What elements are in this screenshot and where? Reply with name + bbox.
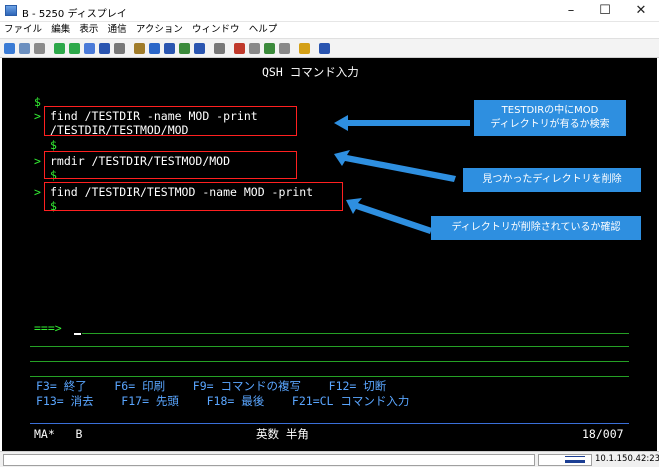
highlight-box-rmdir [44,151,297,179]
menu-file[interactable]: ファイル [4,22,42,38]
status-input-mode: 英数 半角 [256,427,309,441]
arrow-to-rmdir-icon [334,150,456,182]
run-icon[interactable] [234,43,245,54]
macro-play-icon[interactable] [264,43,275,54]
macro-icon[interactable] [114,43,125,54]
callout-search-line2: ディレクトリが有るか検索 [490,119,610,130]
host-address: 10.1.150.42:23 [595,454,659,464]
status-cursor-position: 18/007 [582,427,624,441]
menu-help[interactable]: ヘルプ [249,22,278,38]
callout-search: TESTDIRの中にMOD ディレクトリが有るか検索 [474,100,626,136]
callout-verify: ディレクトリが削除されているか確認 [431,216,641,240]
command-input-line-2[interactable] [30,346,629,347]
function-keys-row-2: F13= 消去 F17= 先頭 F18= 最後 F21=CL コマンド入力 [36,394,410,408]
note-icon[interactable] [299,43,310,54]
page-icon[interactable] [84,43,95,54]
prompt-dollar-1: $ [34,95,41,109]
toolbar [0,38,659,58]
command-input-line[interactable] [82,333,629,334]
menu-view[interactable]: 表示 [79,22,98,38]
record-icon[interactable] [99,43,110,54]
text-cursor [74,333,81,335]
receive-icon[interactable] [69,43,80,54]
status-session: MA* B [34,427,83,441]
window-title: B - 5250 ディスプレイ [22,9,127,20]
tools-icon[interactable] [214,43,225,54]
screen-header: QSH コマンド入力 [262,65,359,79]
highlight-box-find [44,106,297,136]
highlight-box-verify [44,182,343,211]
arrow-to-verify-icon [346,198,432,234]
title-bar: B - 5250 ディスプレイ – ☐ ✕ [0,0,659,22]
function-keys-row-1: F3= 終了 F6= 印刷 F9= コマンドの複写 F12= 切断 [36,379,387,393]
prompt-marker-2: > [34,154,41,168]
terminal-screen[interactable]: QSH コマンド入力 $ > find /TESTDIR -name MOD -… [2,58,657,451]
send-icon[interactable] [54,43,65,54]
prompt-marker-1: > [34,109,41,123]
status-message-field [3,454,535,466]
help-icon[interactable] [319,43,330,54]
copy-icon[interactable] [19,43,30,54]
macro-stop-icon[interactable] [279,43,290,54]
command-input-line-3[interactable] [30,361,629,362]
stop-icon[interactable] [249,43,260,54]
paste-icon[interactable] [34,43,45,54]
print-screen-icon[interactable] [4,43,15,54]
grid-icon[interactable] [194,43,205,54]
close-button[interactable]: ✕ [621,0,659,22]
command-input-line-4[interactable] [30,376,629,377]
connection-status-icon [565,456,585,463]
menu-action[interactable]: アクション [136,22,183,38]
arrow-to-find-icon [334,115,470,131]
menu-communication[interactable]: 通信 [108,22,127,38]
prompt-dollar-2: $ [50,138,57,152]
clipboard-icon[interactable] [134,43,145,54]
color-icon[interactable] [149,43,160,54]
menu-window[interactable]: ウィンドウ [192,22,240,38]
menu-bar: ファイル 編集 表示 通信 アクション ウィンドウ ヘルプ [0,22,659,38]
callout-delete: 見つかったディレクトリを削除 [463,168,641,192]
input-prompt-arrow: ===> [34,321,62,335]
maximize-button[interactable]: ☐ [585,0,625,22]
keypad-icon[interactable] [164,43,175,54]
prompt-marker-3: > [34,185,41,199]
status-divider [30,423,629,424]
menu-edit[interactable]: 編集 [51,22,70,38]
map-icon[interactable] [179,43,190,54]
callout-search-line1: TESTDIRの中にMOD [501,105,599,116]
display-app-icon [5,5,17,16]
status-bar: 10.1.150.42:23 [0,451,659,467]
